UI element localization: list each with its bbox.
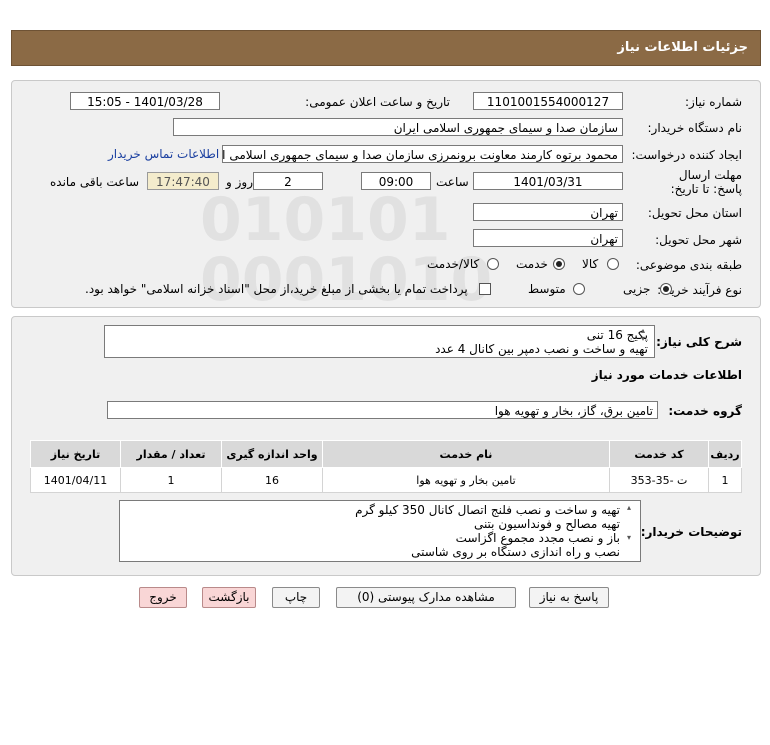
province-label: استان محل تحویل:	[647, 206, 742, 220]
purchase-medium-radio[interactable]	[573, 283, 585, 295]
days-field: 2	[253, 172, 323, 190]
category-goods-service-radio[interactable]	[487, 258, 499, 270]
exit-button[interactable]: خروج	[139, 587, 187, 608]
services-section-title: اطلاعات خدمات مورد نیاز	[591, 368, 742, 382]
announce-label: تاریخ و ساعت اعلان عمومی:	[305, 95, 450, 109]
services-table: ردیف کد خدمت نام خدمت واحد اندازه گیری ت…	[30, 440, 742, 493]
category-goods-service-label: کالا/خدمت	[427, 257, 480, 271]
days-label: روز و	[226, 175, 253, 189]
buyer-note-line: تهیه و ساخت و نصب فلنج اتصال کانال 350 ک…	[355, 503, 620, 517]
category-goods-label: کالا	[582, 257, 599, 271]
page-title: جزئیات اطلاعات نیاز	[617, 40, 748, 55]
remaining-label: ساعت باقی مانده	[50, 175, 140, 189]
purchase-minor-label: جزیی	[623, 282, 651, 296]
col-name-header: نام خدمت	[322, 440, 610, 468]
treasury-payment-note: پرداخت تمام یا بخشی از مبلغ خرید،از محل …	[85, 282, 468, 296]
need-number-field: 1101001554000127	[473, 92, 623, 110]
table-header-row: ردیف کد خدمت نام خدمت واحد اندازه گیری ت…	[30, 440, 742, 468]
service-group-label: گروه خدمت:	[668, 404, 742, 418]
category-service-label: خدمت	[516, 257, 548, 271]
service-name: تامین بخار و تهویه هوا	[322, 467, 610, 493]
service-group-field: تامین برق، گاز، بخار و تهویه هوا	[107, 401, 658, 419]
summary-label: شرح کلی نیاز:	[656, 335, 742, 349]
attachments-button[interactable]: مشاهده مدارک پیوستی (0)	[336, 587, 516, 608]
city-field: تهران	[473, 229, 623, 247]
buyer-notes-field: تهیه و ساخت و نصب فلنج اتصال کانال 350 ک…	[119, 500, 641, 562]
buyer-notes-label: توضیحات خریدار:	[640, 525, 742, 539]
announce-field: 1401/03/28 - 15:05	[70, 92, 220, 110]
purchase-medium-label: متوسط	[528, 282, 566, 296]
need-number-label: شماره نیاز:	[685, 95, 742, 109]
city-label: شهر محل تحویل:	[655, 233, 742, 247]
buyer-note-line: نصب و راه اندازی دستگاه بر روی شاستی	[411, 545, 620, 559]
summary-line-1: پکیج 16 تنی	[586, 328, 648, 342]
page-header: جزئیات اطلاعات نیاز	[11, 30, 761, 66]
deadline-time-field: 09:00	[361, 172, 431, 190]
print-button[interactable]: چاپ	[272, 587, 320, 608]
buyer-org-field: سازمان صدا و سیمای جمهوری اسلامی ایران	[173, 118, 623, 136]
creator-label: ایجاد کننده درخواست:	[631, 148, 742, 162]
col-qty-header: تعداد / مقدار	[120, 440, 222, 468]
category-service-radio[interactable]	[553, 258, 565, 270]
quantity: 1	[120, 467, 222, 493]
need-date: 1401/04/11	[30, 467, 121, 493]
category-label: طبقه بندی موضوعی:	[635, 258, 742, 272]
notes-scroll-icon[interactable]: ▴ ▾	[627, 503, 631, 543]
creator-field: محمود برتوه کارمند معاونت برونمرزی سازما…	[222, 145, 623, 163]
buyer-contact-link[interactable]: اطلاعات تماس خریدار	[108, 147, 219, 161]
province-field: تهران	[473, 203, 623, 221]
col-unit-header: واحد اندازه گیری	[221, 440, 323, 468]
buyer-note-line: تهیه مصالح و فونداسیون بتنی	[473, 517, 620, 531]
deadline-date-field: 1401/03/31	[473, 172, 623, 190]
summary-line-2: تهیه و ساخت و نصب دمپر بین کانال 4 عدد	[435, 342, 648, 356]
col-date-header: تاریخ نیاز	[30, 440, 121, 468]
deadline-label: مهلت ارسال پاسخ: تا تاریخ:	[670, 168, 742, 196]
summary-scroll-icon[interactable]: ▴ ▾	[641, 327, 645, 343]
col-code-header: کد خدمت	[609, 440, 709, 468]
table-row: 1 ت -35-353 تامین بخار و تهویه هوا 16 1 …	[30, 467, 742, 493]
unit-of-measure: 16	[221, 467, 323, 493]
purchase-minor-radio[interactable]	[660, 283, 672, 295]
buyer-org-label: نام دستگاه خریدار:	[647, 121, 743, 135]
buyer-note-line: باز و نصب مجدد مجموع اگزاست	[455, 531, 620, 545]
treasury-payment-checkbox[interactable]	[479, 283, 491, 295]
row-index: 1	[708, 467, 742, 493]
info-panel	[11, 80, 761, 308]
service-code: ت -35-353	[609, 467, 709, 493]
summary-field: پکیج 16 تنی تهیه و ساخت و نصب دمپر بین ک…	[104, 325, 655, 358]
time-label: ساعت	[436, 175, 469, 189]
category-goods-radio[interactable]	[607, 258, 619, 270]
col-row-header: ردیف	[708, 440, 742, 468]
remaining-time-field: 17:47:40	[147, 172, 219, 190]
back-button[interactable]: بازگشت	[202, 587, 256, 608]
reply-button[interactable]: پاسخ به نیاز	[529, 587, 609, 608]
